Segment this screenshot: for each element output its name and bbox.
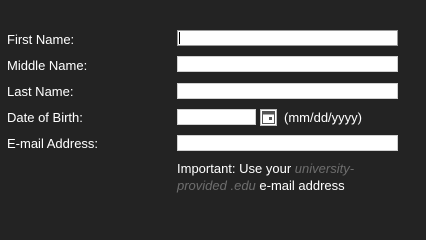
email-address-input[interactable]	[177, 135, 398, 151]
first-name-label: First Name:	[7, 32, 75, 47]
email-address-label: E-mail Address:	[7, 136, 99, 151]
email-note: Important: Use your university-provided …	[177, 160, 382, 194]
date-of-birth-input[interactable]	[177, 109, 256, 125]
registration-form: First Name: Middle Name: Last Name: Date…	[0, 0, 426, 204]
email-note-suffix: e-mail address	[259, 178, 345, 193]
email-note-prefix: Important: Use your	[177, 161, 292, 176]
date-format-hint: (mm/dd/yyyy)	[284, 110, 362, 125]
last-name-label: Last Name:	[7, 84, 74, 99]
middle-name-input[interactable]	[177, 56, 398, 72]
date-of-birth-label: Date of Birth:	[7, 110, 83, 125]
text-caret	[179, 32, 180, 44]
date-picker-button[interactable]	[260, 109, 277, 126]
last-name-input[interactable]	[177, 83, 398, 99]
middle-name-label: Middle Name:	[7, 58, 88, 73]
calendar-icon	[262, 111, 275, 124]
first-name-input[interactable]	[177, 30, 398, 46]
